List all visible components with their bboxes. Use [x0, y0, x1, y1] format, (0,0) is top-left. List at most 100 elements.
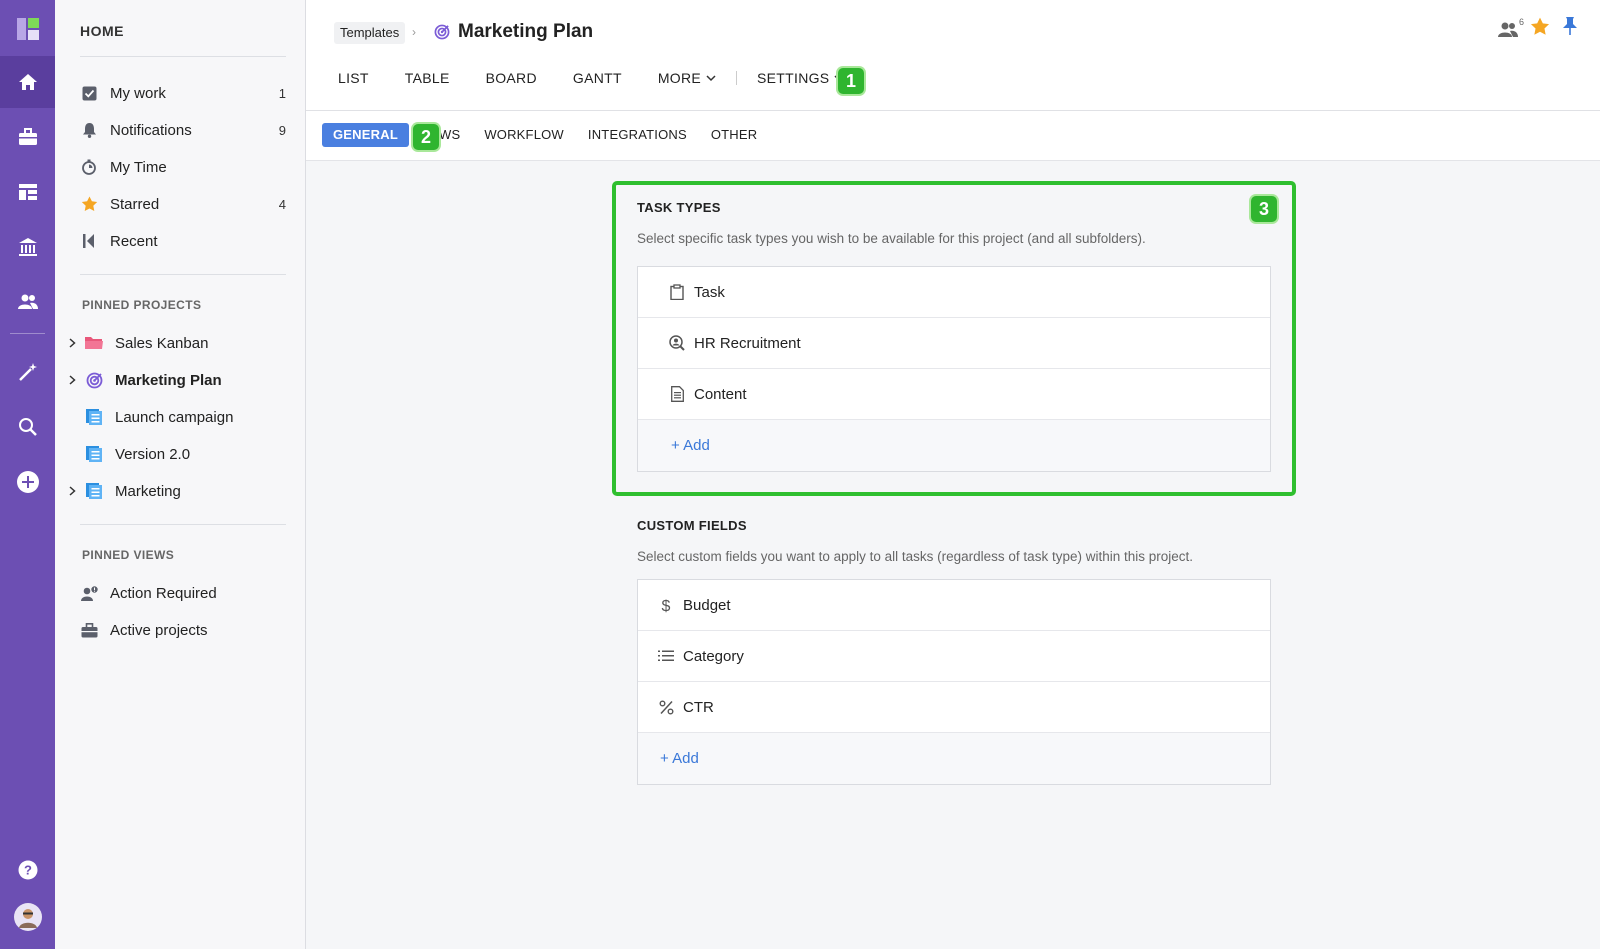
checkbox-icon	[80, 84, 98, 102]
project-label: Sales Kanban	[115, 334, 209, 352]
custom-field-label: Category	[683, 647, 744, 665]
tab-list[interactable]: LIST	[320, 70, 387, 86]
sidebar: HOME My work 1 Notifications 9 My Time S…	[55, 0, 306, 949]
custom-fields-description: Select custom fields you want to apply t…	[637, 549, 1193, 564]
sidebar-item-label: Starred	[110, 195, 160, 213]
count-badge: 9	[278, 122, 286, 138]
custom-fields-heading: CUSTOM FIELDS	[637, 518, 747, 533]
star-icon	[80, 195, 98, 213]
subtab-other[interactable]: OTHER	[699, 123, 770, 147]
custom-fields-list: $ Budget Category CTR + Add	[637, 579, 1271, 785]
recruit-icon	[668, 334, 686, 352]
task-types-description: Select specific task types you wish to b…	[637, 231, 1146, 246]
list-item[interactable]: Category	[638, 631, 1270, 682]
app-rail: ?	[0, 0, 55, 949]
sidebar-item-label: Recent	[110, 232, 158, 250]
recent-icon	[80, 232, 98, 250]
tab-more-label: MORE	[657, 70, 702, 86]
view-tabs: LIST TABLE BOARD GANTT MORE SETTINGS	[320, 70, 862, 86]
subtab-views[interactable]: WS	[439, 123, 472, 147]
subtab-workflow[interactable]: WORKFLOW	[472, 123, 576, 147]
team-icon[interactable]	[0, 276, 55, 328]
list-icon	[85, 408, 103, 426]
task-type-label: HR Recruitment	[694, 334, 801, 352]
count-badge: 4	[278, 196, 286, 212]
svg-text:$: $	[662, 598, 671, 614]
add-task-type-button[interactable]: + Add	[638, 420, 1270, 471]
bank-icon[interactable]	[0, 221, 55, 273]
timer-icon	[80, 158, 98, 176]
custom-field-label: Budget	[683, 596, 731, 614]
list-item[interactable]: HR Recruitment	[638, 318, 1270, 369]
list-icon	[85, 445, 103, 463]
breadcrumb[interactable]: Templates	[334, 22, 406, 44]
sidebar-item-my-time[interactable]: My Time	[80, 152, 286, 182]
sidebar-item-label: Notifications	[110, 121, 192, 139]
help-icon[interactable]: ?	[0, 844, 55, 896]
bell-icon	[80, 121, 98, 139]
magic-wand-icon[interactable]	[0, 346, 55, 398]
task-types-list: Task HR Recruitment Content + Add	[637, 266, 1271, 472]
sidebar-item-label: Active projects	[110, 621, 208, 639]
dashboard-icon[interactable]	[0, 166, 55, 218]
project-label: Version 2.0	[115, 445, 191, 463]
add-custom-field-button[interactable]: + Add	[638, 733, 1270, 784]
tab-more[interactable]: MORE	[640, 70, 734, 86]
chevron-right-icon[interactable]	[67, 375, 77, 385]
sidebar-project-marketing[interactable]: Marketing	[67, 476, 287, 506]
breadcrumb-separator-icon: ›	[412, 25, 416, 39]
project-header: Templates › Marketing Plan LIST TABLE BO…	[306, 0, 1600, 111]
list-item[interactable]: CTR	[638, 682, 1270, 733]
callout-badge-2: 2	[413, 124, 439, 150]
chevron-right-icon[interactable]	[67, 338, 77, 348]
sidebar-item-starred[interactable]: Starred 4	[80, 189, 286, 219]
sidebar-item-label: My Time	[110, 158, 167, 176]
project-label: Marketing	[115, 482, 181, 500]
settings-subnav: GENERAL WS WORKFLOW INTEGRATIONS OTHER	[306, 111, 1600, 161]
subtab-general[interactable]: GENERAL	[322, 123, 409, 147]
subtab-integrations[interactable]: INTEGRATIONS	[576, 123, 699, 147]
user-alert-icon	[80, 584, 98, 602]
target-icon	[434, 24, 450, 40]
sidebar-view-active-projects[interactable]: Active projects	[80, 615, 286, 645]
members-icon[interactable]: 6	[1498, 17, 1524, 37]
list-icon	[85, 482, 103, 500]
search-icon[interactable]	[0, 401, 55, 453]
home-icon[interactable]	[0, 56, 55, 108]
sidebar-item-recent[interactable]: Recent	[80, 226, 286, 256]
sidebar-view-action-required[interactable]: Action Required	[80, 578, 286, 608]
sidebar-project-sales-kanban[interactable]: Sales Kanban	[67, 328, 287, 358]
list-item[interactable]: Content	[638, 369, 1270, 420]
sidebar-project-marketing-plan[interactable]: Marketing Plan	[67, 365, 287, 395]
sidebar-item-my-work[interactable]: My work 1	[80, 78, 286, 108]
add-icon[interactable]	[0, 456, 55, 508]
pin-icon[interactable]	[1562, 16, 1578, 41]
header-actions: 6	[1498, 16, 1578, 41]
home-heading[interactable]: HOME	[80, 23, 124, 39]
app-logo-icon[interactable]	[17, 18, 39, 40]
project-label: Marketing Plan	[115, 371, 222, 389]
tab-table[interactable]: TABLE	[387, 70, 468, 86]
briefcase-icon[interactable]	[0, 111, 55, 163]
sidebar-item-notifications[interactable]: Notifications 9	[80, 115, 286, 145]
svg-text:?: ?	[24, 863, 32, 878]
project-title-text: Marketing Plan	[458, 21, 594, 42]
list-item[interactable]: $ Budget	[638, 580, 1270, 631]
sidebar-project-version-2[interactable]: Version 2.0	[67, 439, 287, 469]
task-types-heading: TASK TYPES	[637, 200, 721, 215]
page-title: Marketing Plan	[434, 21, 593, 43]
star-icon[interactable]	[1530, 17, 1550, 41]
chevron-down-icon	[706, 74, 716, 81]
tab-settings-label: SETTINGS	[757, 70, 830, 86]
user-avatar[interactable]	[0, 891, 55, 943]
document-icon	[668, 385, 686, 403]
clipboard-icon	[668, 283, 686, 301]
custom-field-label: CTR	[683, 698, 714, 716]
sidebar-item-label: My work	[110, 84, 166, 102]
list-item[interactable]: Task	[638, 267, 1270, 318]
sidebar-project-launch-campaign[interactable]: Launch campaign	[67, 402, 287, 432]
chevron-right-icon[interactable]	[67, 486, 77, 496]
tab-board[interactable]: BOARD	[468, 70, 555, 86]
dollar-icon: $	[657, 596, 675, 614]
tab-gantt[interactable]: GANTT	[555, 70, 640, 86]
